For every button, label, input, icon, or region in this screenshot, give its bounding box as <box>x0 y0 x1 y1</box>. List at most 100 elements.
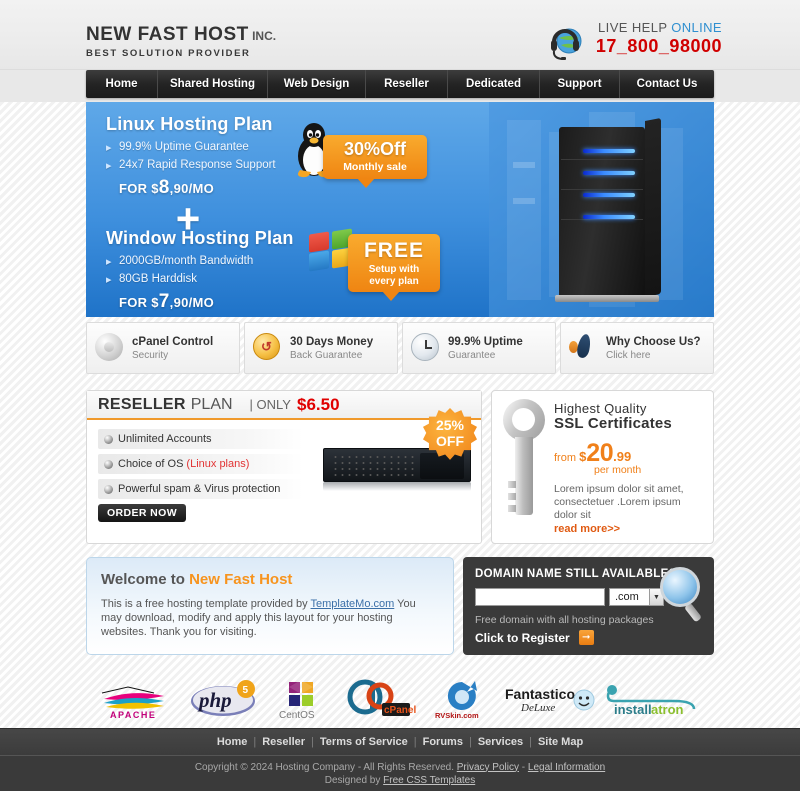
linux-discount-badge: 30%Off Monthly sale <box>323 135 427 188</box>
live-help-block[interactable]: LIVE HELP ONLINE 17_800_98000 <box>550 20 722 60</box>
ssl-read-more-link[interactable]: read more>> <box>554 523 705 535</box>
windows-plan-title: Window Hosting Plan <box>106 228 294 248</box>
php-logo-label: php <box>197 688 232 712</box>
privacy-policy-link[interactable]: Privacy Policy <box>457 762 519 773</box>
key-icon <box>498 399 550 519</box>
ssl-title-line2: SSL Certificates <box>554 415 672 432</box>
order-now-button[interactable]: ORDER NOW <box>98 504 186 522</box>
page-root: NEW FAST HOST INC. BEST SOLUTION PROVIDE… <box>0 0 800 800</box>
bullet-dot-icon <box>104 434 113 444</box>
footer-link-site-map[interactable]: Site Map <box>538 736 583 748</box>
designer-link[interactable]: Free CSS Templates <box>383 775 475 786</box>
designed-by-text: Designed by <box>324 774 384 786</box>
domain-search-panel: DOMAIN NAME STILL AVAILABLE? .com ▼ Free… <box>463 557 714 655</box>
reseller-title-light: PLAN <box>190 395 233 413</box>
linux-plan-bullet: 24x7 Rapid Response Support <box>106 159 276 172</box>
headset-globe-icon <box>550 28 582 60</box>
rack-server-reflection <box>323 482 471 491</box>
feature-cpanel-control[interactable]: cPanel Control Security <box>86 322 240 374</box>
reseller-only-label: | ONLY <box>249 397 291 412</box>
domain-search-input[interactable] <box>475 588 605 606</box>
linux-plan-bullet: 99.9% Uptime Guarantee <box>106 141 276 154</box>
footer-copyright-bar: Copyright © 2024 Hosting Company - All R… <box>0 755 800 791</box>
nav-item-home[interactable]: Home <box>86 70 158 98</box>
reseller-price: $6.50 <box>296 394 340 414</box>
arrow-right-icon[interactable]: ➞ <box>578 630 594 645</box>
starburst-line2: OFF <box>436 433 464 449</box>
fantastico-logo-label: Fantastico <box>505 686 575 702</box>
site-header: NEW FAST HOST INC. BEST SOLUTION PROVIDE… <box>0 0 800 70</box>
ssl-amount: 20 <box>586 439 614 467</box>
footer-dash: - <box>519 761 528 773</box>
domain-register-label: Click to Register <box>475 630 570 645</box>
footer-link-reseller[interactable]: Reseller <box>262 736 305 748</box>
windows-plan-bullet: 2000GB/month Bandwidth <box>106 255 294 268</box>
footer-link-services[interactable]: Services <box>478 736 523 748</box>
nav-item-web-design[interactable]: Web Design <box>268 70 366 98</box>
middle-section: RESELLER PLAN | ONLY $6.50 Unlimited Acc… <box>86 390 714 544</box>
centos-logo: CentOS <box>271 679 331 721</box>
reseller-feature-highlight: (Linux plans) <box>186 458 250 470</box>
free-setup-badge: FREE Setup with every plan <box>348 234 440 301</box>
bullet-dot-icon <box>104 484 113 494</box>
apache-logo-label: APACHE <box>110 710 156 720</box>
linux-plan-title: Linux Hosting Plan <box>106 114 273 134</box>
rvskin-logo: RVSkin.com <box>431 679 493 721</box>
feature-uptime[interactable]: 99.9% Uptime Guarantee <box>402 322 556 374</box>
feature-subtitle: Guarantee <box>448 349 496 361</box>
installatron-logo: install atron <box>606 679 706 721</box>
windows-plan-bullet: 80GB Harddisk <box>106 273 294 286</box>
welcome-brand: New Fast Host <box>189 571 293 588</box>
ssl-per-month: per month <box>594 464 642 476</box>
reseller-title-strong: RESELLER <box>98 395 186 413</box>
svg-text:5: 5 <box>243 685 249 696</box>
gear-icon <box>95 333 125 363</box>
live-help-status: ONLINE <box>671 20 722 35</box>
php-logo: php 5 <box>189 679 259 721</box>
feature-money-back[interactable]: ↺ 30 Days Money Back Guarantee <box>244 322 398 374</box>
starburst-line1: 25% <box>435 417 465 433</box>
nav-item-reseller[interactable]: Reseller <box>366 70 448 98</box>
copyright-line: Copyright © 2024 Hosting Company - All R… <box>195 761 605 774</box>
footer-link-home[interactable]: Home <box>217 736 248 748</box>
logo-title: NEW FAST HOST INC. <box>86 24 277 45</box>
copyright-text: Copyright © 2024 Hosting Company - All R… <box>194 761 454 773</box>
legal-information-link[interactable]: Legal Information <box>528 762 605 773</box>
nav-item-dedicated[interactable]: Dedicated <box>448 70 540 98</box>
footer-link-forums[interactable]: Forums <box>423 736 463 748</box>
reseller-header: RESELLER PLAN | ONLY $6.50 <box>87 391 481 420</box>
svg-text:atron: atron <box>651 702 684 717</box>
logo-inc: INC. <box>248 29 277 43</box>
support-phone[interactable]: 17_800_98000 <box>596 36 722 57</box>
feature-subtitle: Security <box>132 349 169 361</box>
domain-register-cta[interactable]: Click to Register ➞ <box>475 630 702 645</box>
feature-title: cPanel Control <box>132 335 214 348</box>
windows-plan-block: Window Hosting Plan 2000GB/month Bandwid… <box>106 228 294 313</box>
server-tower-image <box>555 117 661 307</box>
partner-logos: APACHE php 5 CentOS cPanel RVSkin.com Fa… <box>86 672 714 728</box>
linux-plan-block: Linux Hosting Plan 99.9% Uptime Guarante… <box>106 114 276 199</box>
ssl-cents: .99 <box>613 449 632 464</box>
footer-navigation: Home | Reseller | Terms of Service | Forums… <box>0 728 800 755</box>
reseller-feature-text: Choice of OS <box>118 458 184 470</box>
reseller-feature-item: Powerful spam & Virus protection <box>98 479 303 499</box>
feature-why-choose-us[interactable]: Why Choose Us? Click here <box>560 322 714 374</box>
feature-title: 30 Days Money <box>290 335 374 348</box>
windows-plan-price: FOR $7,90/MO <box>119 291 215 312</box>
templatemo-link[interactable]: TemplateMo.com <box>311 598 395 610</box>
nav-item-support[interactable]: Support <box>540 70 620 98</box>
footer-link-terms-of-service[interactable]: Terms of Service <box>320 736 408 748</box>
hero-banner: Linux Hosting Plan 99.9% Uptime Guarante… <box>86 102 714 317</box>
reseller-body: Unlimited Accounts Choice of OS (Linux p… <box>87 408 481 522</box>
nav-item-shared-hosting[interactable]: Shared Hosting <box>158 70 268 98</box>
welcome-title: Welcome to New Fast Host <box>101 571 293 588</box>
apache-logo: APACHE <box>94 679 178 721</box>
badge-sub-text: Setup with every plan <box>368 264 420 287</box>
site-logo[interactable]: NEW FAST HOST INC. BEST SOLUTION PROVIDE… <box>86 24 276 59</box>
pin-drop-icon <box>569 333 599 363</box>
coin-icon: ↺ <box>253 333 283 363</box>
installatron-logo-label: install <box>614 702 652 717</box>
centos-logo-label: CentOS <box>279 710 315 721</box>
nav-item-contact-us[interactable]: Contact Us <box>620 70 714 98</box>
feature-subtitle: Back Guarantee <box>290 349 363 361</box>
